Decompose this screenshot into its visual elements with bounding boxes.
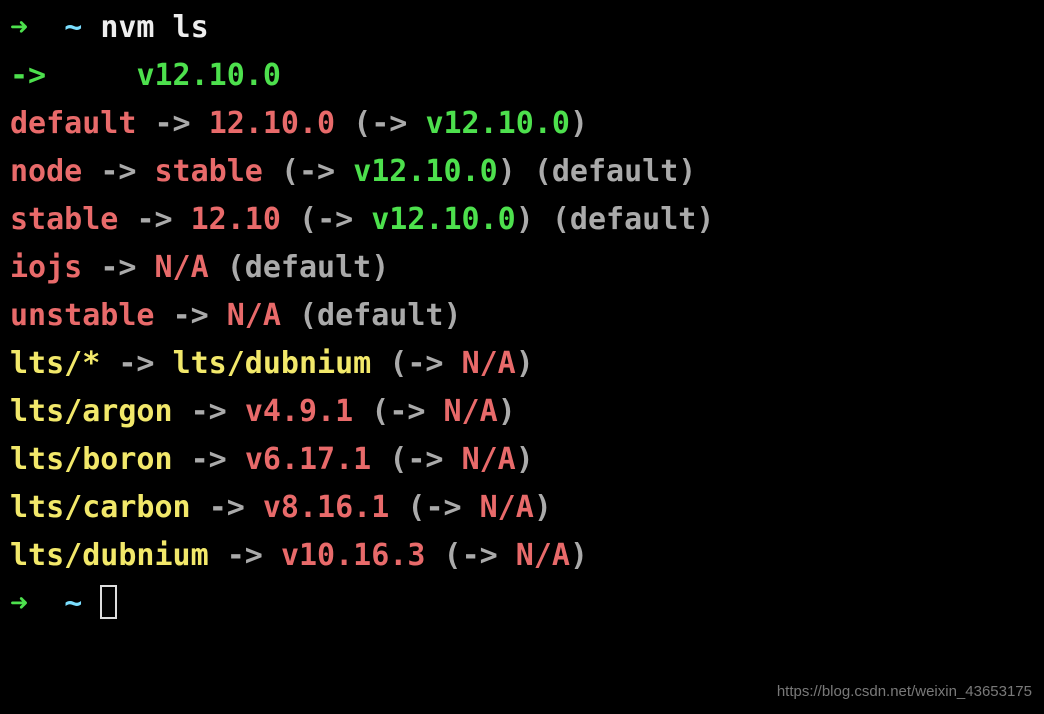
alias-target: stable (155, 154, 263, 189)
cursor-icon (100, 585, 117, 619)
alias-iojs-line: iojs -> N/A (default) (10, 244, 1034, 292)
alias-note: (default) (534, 154, 697, 189)
arrow: -> (136, 202, 172, 237)
lts-dubnium-line: lts/dubnium -> v10.16.3 (-> N/A) (10, 532, 1034, 580)
arrow: -> (173, 298, 209, 333)
alias-stable-line: stable -> 12.10 (-> v12.10.0) (default) (10, 196, 1034, 244)
alias-unstable-line: unstable -> N/A (default) (10, 292, 1034, 340)
command-nvm-ls: nvm ls (100, 10, 208, 45)
resolved-na: N/A (480, 490, 534, 525)
lts-carbon-line: lts/carbon -> v8.16.1 (-> N/A) (10, 484, 1034, 532)
alias-target: N/A (155, 250, 209, 285)
lts-target: v6.17.1 (245, 442, 371, 477)
prompt-arrow-icon: ➜ (10, 10, 28, 45)
resolved-na: N/A (462, 442, 516, 477)
alias-node-line: node -> stable (-> v12.10.0) (default) (10, 148, 1034, 196)
lts-name: lts/boron (10, 442, 173, 477)
arrow: -> (155, 106, 191, 141)
resolved-version: v12.10.0 (353, 154, 498, 189)
lts-target: v10.16.3 (281, 538, 426, 573)
resolved-version: v12.10.0 (425, 106, 570, 141)
arrow: -> (191, 442, 227, 477)
alias-name: stable (10, 202, 118, 237)
prompt-arrow-icon: ➜ (10, 586, 28, 621)
current-version: v12.10.0 (136, 58, 281, 93)
alias-name: default (10, 106, 136, 141)
resolved-version: v12.10.0 (371, 202, 516, 237)
arrow: -> (118, 346, 154, 381)
alias-target: 12.10 (191, 202, 281, 237)
lts-target: lts/dubnium (173, 346, 372, 381)
prompt-cwd: ~ (64, 586, 82, 621)
terminal-prompt-line-empty[interactable]: ➜ ~ (10, 580, 1034, 628)
alias-note: (default) (299, 298, 462, 333)
lts-argon-line: lts/argon -> v4.9.1 (-> N/A) (10, 388, 1034, 436)
arrow: -> (100, 154, 136, 189)
lts-name: lts/argon (10, 394, 173, 429)
arrow: -> (209, 490, 245, 525)
lts-name: lts/dubnium (10, 538, 209, 573)
lts-target: v4.9.1 (245, 394, 353, 429)
alias-name: iojs (10, 250, 82, 285)
resolved-na: N/A (444, 394, 498, 429)
watermark: https://blog.csdn.net/weixin_43653175 (777, 680, 1032, 704)
lts-name: lts/carbon (10, 490, 191, 525)
lts-star-line: lts/* -> lts/dubnium (-> N/A) (10, 340, 1034, 388)
alias-target: 12.10.0 (209, 106, 335, 141)
prompt-cwd: ~ (64, 10, 82, 45)
lts-name: lts/* (10, 346, 100, 381)
terminal-prompt-line[interactable]: ➜ ~ nvm ls (10, 4, 1034, 52)
arrow: -> (100, 250, 136, 285)
resolved-na: N/A (462, 346, 516, 381)
alias-name: node (10, 154, 82, 189)
current-marker: -> (10, 58, 46, 93)
alias-target: N/A (227, 298, 281, 333)
alias-note: (default) (552, 202, 715, 237)
arrow: -> (191, 394, 227, 429)
arrow: -> (227, 538, 263, 573)
alias-note: (default) (227, 250, 390, 285)
resolved-na: N/A (516, 538, 570, 573)
alias-name: unstable (10, 298, 155, 333)
current-version-line: -> v12.10.0 (10, 52, 1034, 100)
alias-default-line: default -> 12.10.0 (-> v12.10.0) (10, 100, 1034, 148)
lts-boron-line: lts/boron -> v6.17.1 (-> N/A) (10, 436, 1034, 484)
lts-target: v8.16.1 (263, 490, 389, 525)
